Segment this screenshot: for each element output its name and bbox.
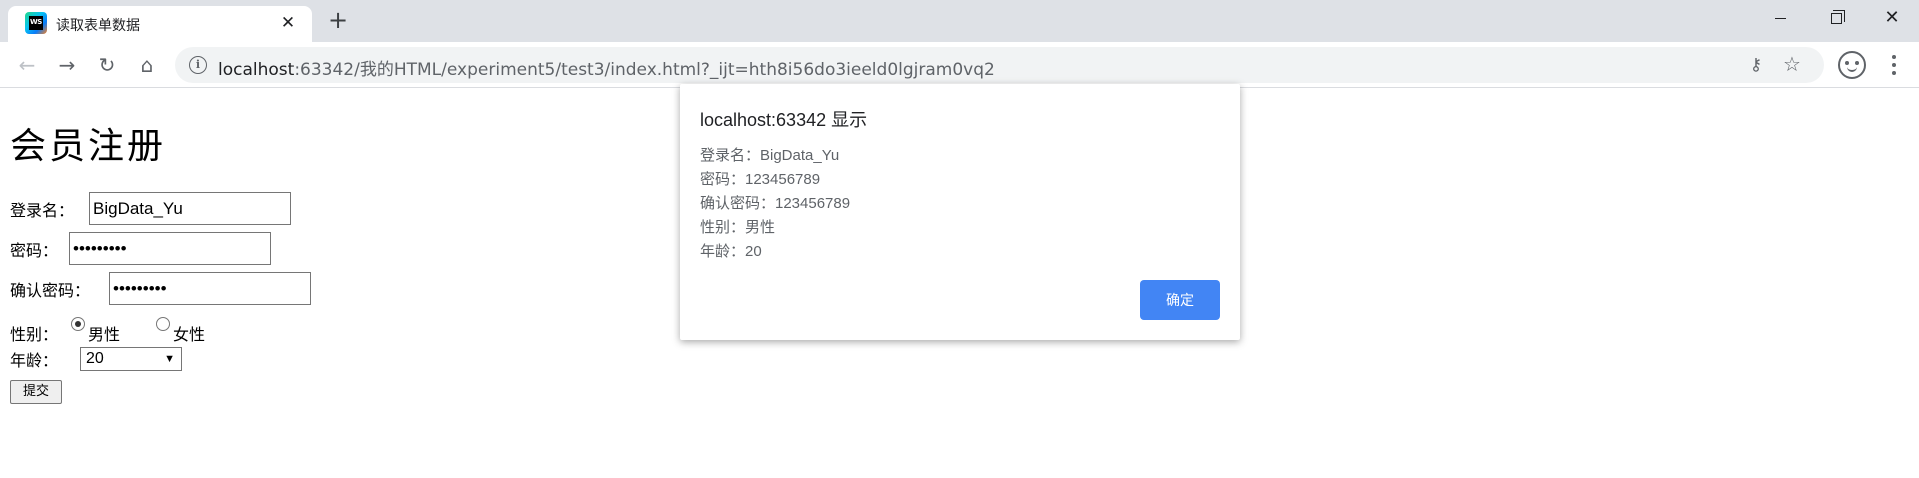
age-label: 年龄： bbox=[10, 351, 59, 370]
gender-label: 性别： bbox=[10, 325, 59, 344]
dialog-line-confirm: 确认密码：123456789 bbox=[700, 195, 851, 212]
restore-icon bbox=[1830, 9, 1845, 24]
gender-female-radio[interactable] bbox=[156, 317, 170, 331]
browser-toolbar: ← → ↻ ⌂ i localhost:63342/我的HTML/experim… bbox=[0, 42, 1919, 88]
dialog-title: localhost:63342 显示 bbox=[700, 110, 868, 130]
reload-icon[interactable]: ↻ bbox=[93, 51, 121, 79]
gender-male-label: 男性 bbox=[88, 325, 121, 344]
address-url[interactable]: localhost:63342/我的HTML/experiment5/test3… bbox=[218, 55, 995, 80]
alert-dialog: localhost:63342 显示 登录名：BigData_Yu 密码：123… bbox=[680, 84, 1240, 340]
gender-male-radio[interactable] bbox=[71, 317, 85, 331]
dialog-line-age: 年龄：20 bbox=[700, 243, 762, 260]
login-label: 登录名： bbox=[10, 201, 75, 220]
restore-button[interactable] bbox=[1808, 0, 1864, 36]
tab-title: 读取表单数据 bbox=[56, 18, 140, 34]
forward-arrow-icon[interactable]: → bbox=[53, 51, 81, 79]
dialog-ok-button[interactable]: 确定 bbox=[1140, 280, 1220, 320]
home-icon[interactable]: ⌂ bbox=[133, 51, 161, 79]
age-row: 年龄： bbox=[10, 347, 58, 371]
login-row: 登录名： bbox=[10, 197, 74, 221]
url-path: :63342/我的HTML/experiment5/test3/index.ht… bbox=[294, 60, 995, 80]
password-row: 密码： bbox=[10, 237, 58, 261]
confirm-password-label: 确认密码： bbox=[10, 281, 91, 300]
tab-strip: WS 读取表单数据 ✕ + ✕ bbox=[0, 0, 1919, 42]
age-selected-value: 20 bbox=[86, 350, 104, 367]
tab-close-icon[interactable]: ✕ bbox=[278, 13, 298, 33]
dropdown-caret-icon: ▼ bbox=[164, 353, 175, 365]
gender-female-label: 女性 bbox=[173, 325, 206, 344]
password-input[interactable]: ••••••••• bbox=[69, 232, 271, 265]
gender-row: 性别： bbox=[10, 321, 58, 345]
url-host: localhost bbox=[218, 60, 295, 80]
site-info-icon[interactable]: i bbox=[189, 56, 207, 74]
confirm-password-input[interactable]: ••••••••• bbox=[109, 272, 311, 305]
page-title: 会员注册 bbox=[10, 126, 167, 167]
bookmark-star-icon[interactable]: ☆ bbox=[1781, 53, 1803, 75]
dialog-line-login: 登录名：BigData_Yu bbox=[700, 147, 840, 164]
webstorm-favicon-icon: WS bbox=[25, 12, 47, 34]
address-bar[interactable]: i localhost:63342/我的HTML/experiment5/tes… bbox=[175, 47, 1824, 83]
browser-tab[interactable]: WS 读取表单数据 ✕ bbox=[8, 6, 312, 42]
window-close-button[interactable]: ✕ bbox=[1864, 0, 1919, 36]
dialog-line-gender: 性别：男性 bbox=[700, 219, 776, 236]
login-input[interactable]: BigData_Yu bbox=[89, 192, 291, 225]
dialog-line-password: 密码：123456789 bbox=[700, 171, 821, 188]
age-select[interactable]: 20 ▼ bbox=[80, 347, 182, 371]
confirm-row: 确认密码： bbox=[10, 277, 90, 301]
new-tab-button[interactable]: + bbox=[324, 6, 352, 34]
minimize-icon bbox=[1774, 17, 1786, 19]
menu-kebab-icon[interactable] bbox=[1880, 51, 1908, 79]
key-icon[interactable]: ⚷ bbox=[1745, 55, 1767, 75]
password-label: 密码： bbox=[10, 241, 59, 260]
minimize-button[interactable] bbox=[1752, 0, 1808, 36]
back-arrow-icon[interactable]: ← bbox=[13, 51, 41, 79]
submit-button[interactable]: 提交 bbox=[10, 380, 62, 404]
profile-avatar-icon[interactable] bbox=[1838, 51, 1866, 79]
